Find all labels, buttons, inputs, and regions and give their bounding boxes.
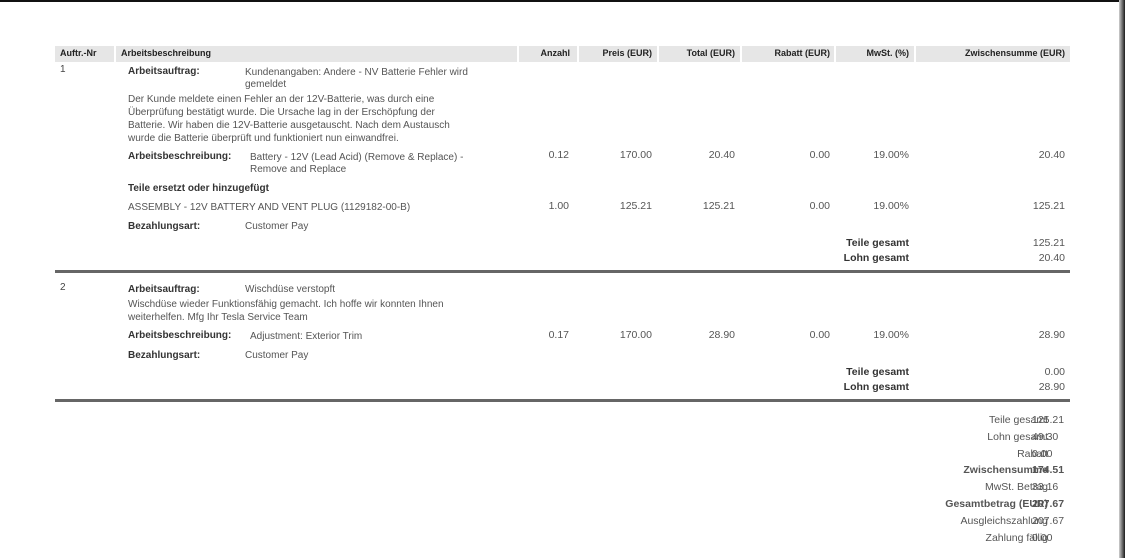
summary-label: Zwischensumme	[963, 464, 1048, 476]
summary-value: 207.67	[1032, 498, 1065, 510]
summary-label: Gesamtbetrag (EUR)	[945, 498, 1048, 510]
header-separator	[740, 46, 742, 62]
payment-type-value: Customer Pay	[245, 350, 309, 361]
work-description-label: Arbeitsbeschreibung:	[128, 151, 232, 162]
labor-total-value: 20.40	[1038, 252, 1065, 264]
order-number: 1	[60, 64, 66, 75]
line-anzahl: 0.12	[548, 149, 569, 161]
line-total: 28.90	[708, 329, 735, 341]
parts-total-value: 125.21	[1032, 237, 1065, 249]
labor-total-label: Lohn gesamt	[843, 252, 909, 264]
line-mwst: 19.00%	[873, 329, 909, 341]
parts-total-label: Teile gesamt	[846, 237, 909, 249]
part-preis: 125.21	[619, 200, 652, 212]
page-edge-shadow	[1119, 0, 1125, 558]
work-description-label: Arbeitsbeschreibung:	[128, 330, 232, 341]
summary-value: 174.51	[1032, 464, 1065, 476]
header-separator	[914, 46, 916, 62]
summary-value: 207.67	[1032, 515, 1065, 527]
header-rabatt: Rabatt (EUR)	[774, 48, 831, 58]
labor-total-value: 28.90	[1038, 381, 1065, 393]
summary-label: Zahlung fällig	[985, 532, 1048, 544]
order-divider	[55, 270, 1070, 273]
order-description: Der Kunde meldete einen Fehler an der 12…	[128, 94, 435, 105]
header-preis: Preis (EUR)	[602, 48, 652, 58]
header-separator	[834, 46, 836, 62]
line-zwischensumme: 20.40	[1038, 149, 1065, 161]
parts-total-value: 0.00	[1044, 366, 1065, 378]
header-mwst: MwSt. (%)	[866, 48, 910, 58]
header-zwischensumme: Zwischensumme (EUR)	[964, 48, 1065, 58]
work-order-value: Kundenangaben: Andere - NV Batterie Fehl…	[245, 67, 468, 78]
order-description: wurde die Batterie überprüft und funktio…	[128, 133, 399, 144]
header-auftr-nr: Auftr.-Nr	[60, 48, 97, 58]
payment-type-value: Customer Pay	[245, 221, 309, 232]
payment-type-label: Bezahlungsart:	[128, 350, 201, 361]
line-zwischensumme: 28.90	[1038, 329, 1065, 341]
order-description: Batterie. Wir haben die 12V-Batterie aus…	[128, 120, 450, 131]
line-mwst: 19.00%	[873, 149, 909, 161]
line-preis: 170.00	[619, 329, 652, 341]
order-description: weiterhelfen. Mfg Ihr Tesla Service Team	[128, 312, 308, 323]
work-description-value: Adjustment: Exterior Trim	[250, 331, 363, 342]
part-rabatt: 0.00	[809, 200, 830, 212]
line-anzahl: 0.17	[548, 329, 569, 341]
line-rabatt: 0.00	[809, 149, 830, 161]
parts-total-label: Teile gesamt	[846, 366, 909, 378]
header-anzahl: Anzahl	[540, 48, 570, 58]
summary-label: Lohn gesamt	[987, 431, 1048, 443]
summary-label: Teile gesamt	[989, 414, 1048, 426]
work-description-value: Remove and Replace	[250, 164, 347, 175]
part-total: 125.21	[702, 200, 735, 212]
header-total: Total (EUR)	[686, 48, 735, 58]
labor-total-label: Lohn gesamt	[843, 381, 909, 393]
work-description-value: Battery - 12V (Lead Acid) (Remove & Repl…	[250, 152, 464, 163]
parts-heading: Teile ersetzt oder hinzugefügt	[128, 183, 269, 194]
line-rabatt: 0.00	[809, 329, 830, 341]
work-order-value: gemeldet	[245, 79, 287, 90]
payment-type-label: Bezahlungsart:	[128, 221, 201, 232]
header-beschreibung: Arbeitsbeschreibung	[121, 48, 212, 58]
work-order-value: Wischdüse verstopft	[245, 284, 336, 295]
header-separator	[657, 46, 659, 62]
order-description: Wischdüse wieder Funktionsfähig gemacht.…	[128, 299, 444, 310]
work-order-label: Arbeitsauftrag:	[128, 284, 200, 295]
header-separator	[577, 46, 579, 62]
order-number: 2	[60, 282, 66, 293]
part-zwischensumme: 125.21	[1032, 200, 1065, 212]
part-mwst: 19.00%	[873, 200, 909, 212]
line-total: 20.40	[708, 149, 735, 161]
summary-value: 33.16	[1032, 481, 1059, 493]
summary-value: 49.30	[1032, 431, 1059, 443]
summary-value: 125.21	[1032, 414, 1065, 426]
part-name: ASSEMBLY - 12V BATTERY AND VENT PLUG (11…	[128, 202, 411, 213]
order-description: Überprüfung bestätigt wurde. Die Ursache…	[128, 107, 435, 118]
invoice-page: Auftr.-Nr Arbeitsbeschreibung Anzahl Pre…	[0, 2, 1121, 558]
summary-label: Rabatt	[1017, 448, 1048, 460]
part-anzahl: 1.00	[548, 200, 569, 212]
summary-value: 0.00	[1032, 448, 1053, 460]
header-separator	[114, 46, 116, 62]
summary-value: 0.00	[1032, 532, 1053, 544]
order-divider	[55, 399, 1070, 402]
header-separator	[517, 46, 519, 62]
line-preis: 170.00	[619, 149, 652, 161]
summary-label: MwSt. Betrag	[984, 481, 1048, 493]
work-order-label: Arbeitsauftrag:	[128, 66, 200, 77]
summary-label: Ausgleichszahlung	[960, 515, 1048, 527]
